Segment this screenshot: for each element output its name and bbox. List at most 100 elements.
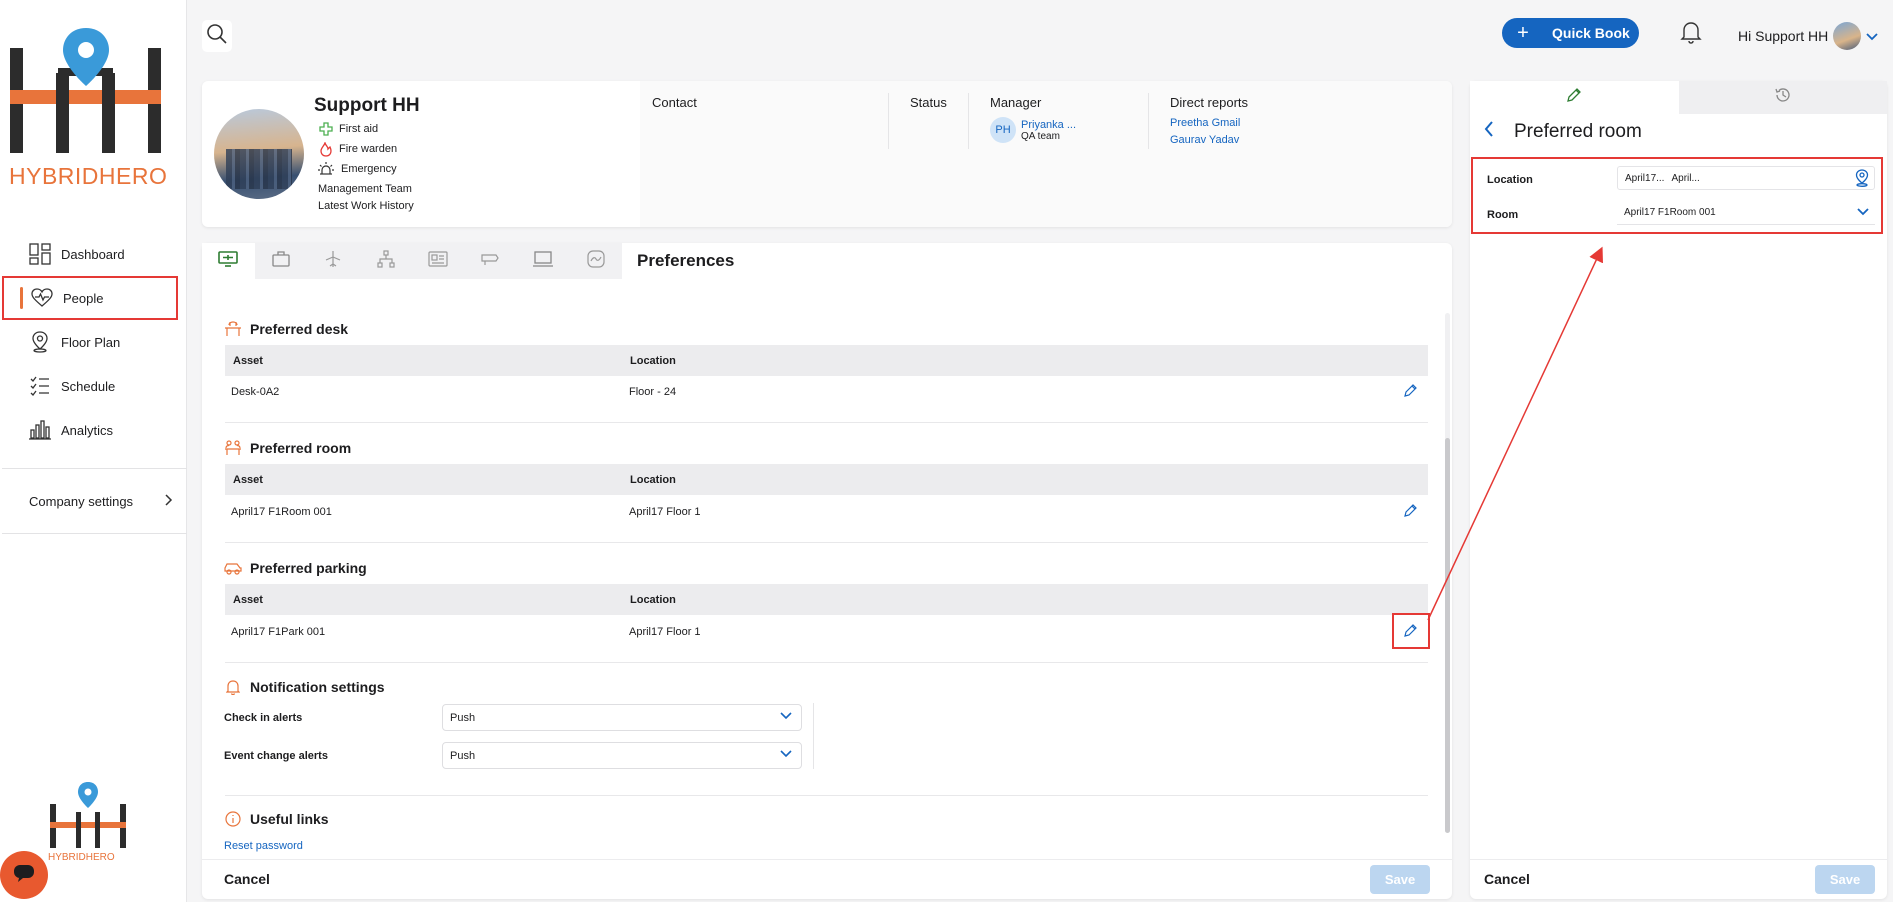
cancel-button[interactable]: Cancel [1484,871,1530,887]
direct-report-link[interactable]: Gaurav Yadav [1170,134,1239,146]
tab-org-chart[interactable] [360,243,413,279]
role-emergency: Emergency [318,161,397,177]
logo-wordmark: HYBRIDHERO [9,163,168,189]
table-header: Asset Location [225,345,1428,376]
company-settings-item[interactable]: Company settings [0,469,187,533]
side-panel-title: Preferred room [1484,121,1642,143]
sidebar-item-floor-plan[interactable]: Floor Plan [0,320,187,364]
sidebar-item-schedule[interactable]: Schedule [0,364,187,408]
preferred-parking-heading: Preferred parking [224,559,367,577]
profile-summary: Support HH First aid Fire warden Emergen… [202,81,640,227]
history-icon [1774,86,1792,109]
cancel-button[interactable]: Cancel [224,871,270,887]
quick-book-button[interactable]: + Quick Book [1502,18,1639,48]
tab-id-card[interactable] [412,243,465,279]
sidebar-nav: Dashboard People Floor Plan Schedule Ana… [0,232,187,534]
page-title: Preferences [637,251,735,270]
sidebar-item-analytics[interactable]: Analytics [0,408,187,452]
column-header-asset: Asset [233,354,263,367]
edit-pencil-icon[interactable] [1403,383,1419,400]
bell-icon[interactable] [1680,20,1702,46]
tab-travel[interactable] [307,243,360,279]
edit-pencil-icon[interactable] [1403,503,1419,520]
first-aid-icon [318,121,334,137]
heart-pulse-icon [30,286,54,310]
location-cell: Floor - 24 [629,385,677,398]
scrollbar[interactable] [1445,313,1450,833]
id-card-icon [428,250,448,272]
tab-edit[interactable] [1470,81,1679,114]
monitor-icon [218,250,239,272]
direct-reports-label: Direct reports [1170,95,1249,110]
tab-preferences[interactable] [202,243,255,279]
tab-devices[interactable] [517,243,570,279]
column-header-location: Location [630,473,676,486]
event-change-alerts-select[interactable]: Push [442,742,802,769]
location-field[interactable]: April17... April... [1617,166,1875,190]
profile-name: Support HH [314,95,420,116]
sidebar: HYBRIDHERO Dashboard People Floor Plan S… [0,0,187,902]
location-value: April... [1671,172,1700,184]
chevron-right-icon [165,493,173,509]
search-button[interactable] [202,20,232,52]
chat-button[interactable] [0,851,48,899]
manager-info[interactable]: PH Priyanka ... QA team [990,117,1076,143]
save-button[interactable]: Save [1370,865,1430,894]
laptop-icon [532,250,554,272]
plus-icon: + [1517,21,1529,44]
table-row: April17 F1Park 001 April17 Floor 1 [225,616,1428,647]
tab-activity[interactable] [570,243,623,279]
room-select[interactable]: April17 F1Room 001 [1617,201,1875,225]
car-icon [224,559,242,577]
divider [2,533,187,534]
org-chart-icon [377,249,395,273]
tab-parking[interactable] [465,243,518,279]
location-label: Location [1487,174,1533,186]
save-button[interactable]: Save [1815,865,1875,894]
select-value: Push [450,711,476,724]
scrollbar-thumb[interactable] [1445,438,1450,833]
manager-name[interactable]: Priyanka ... [1021,119,1076,131]
direct-report-link[interactable]: Preetha Gmail [1170,117,1240,129]
location-cell: April17 Floor 1 [629,625,701,638]
divider [225,795,1428,796]
role-label: Emergency [341,163,397,175]
event-change-alerts-label: Event change alerts [224,750,328,762]
useful-links-heading: Useful links [224,810,329,828]
column-header-asset: Asset [233,473,263,486]
location-cell: April17 Floor 1 [629,505,701,518]
briefcase-icon [272,250,290,272]
profile-avatar[interactable] [214,109,304,199]
edit-side-panel: Preferred room Location April17... April… [1470,81,1887,899]
divider [225,542,1428,543]
highlight-box [1392,613,1430,649]
sidebar-item-people[interactable]: People [2,276,178,320]
divider [968,93,969,149]
room-value: April17 F1Room 001 [1624,207,1716,218]
check-in-alerts-select[interactable]: Push [442,704,802,731]
siren-icon [318,161,334,177]
tab-work[interactable] [255,243,308,279]
sidebar-item-label: Schedule [61,378,116,394]
sidebar-item-dashboard[interactable]: Dashboard [0,232,187,276]
avatar: PH [990,117,1016,143]
panel-footer: Cancel Save [202,859,1452,899]
divider [1148,93,1149,149]
dashboard-icon [28,242,52,266]
asset-cell: Desk-0A2 [231,385,280,398]
barrier-icon [481,252,501,271]
avatar [1833,22,1862,50]
divider [1470,859,1887,860]
work-history-link[interactable]: Latest Work History [318,200,414,212]
tab-history[interactable] [1678,81,1887,114]
small-logo-wordmark: HYBRIDHERO [48,852,115,862]
column-header-asset: Asset [233,593,263,606]
reset-password-link[interactable]: Reset password [224,840,303,852]
user-menu[interactable]: Hi Support HH [1738,22,1878,50]
location-pin-icon[interactable] [1855,169,1869,190]
bell-icon [224,678,242,696]
sidebar-item-label: Floor Plan [61,334,121,350]
back-arrow-icon[interactable] [1484,121,1504,143]
bar-chart-icon [28,418,52,442]
chat-icon [13,864,35,887]
